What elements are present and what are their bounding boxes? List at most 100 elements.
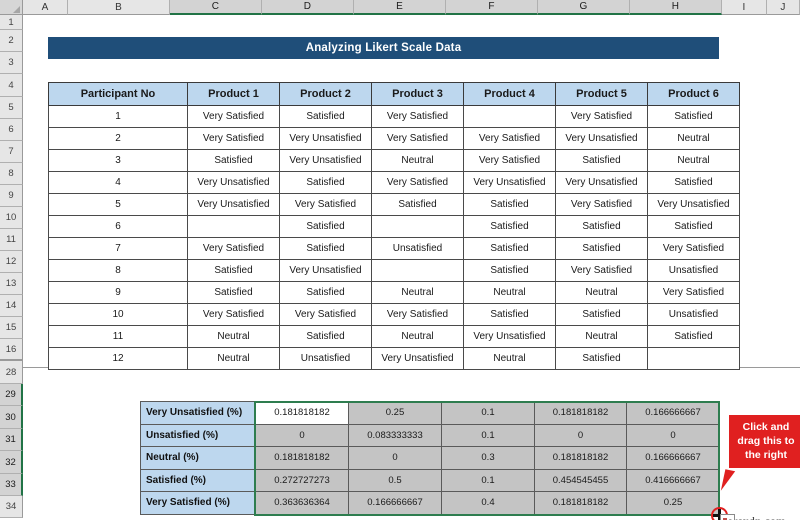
response-cell[interactable]: Very Unsatisfied <box>463 171 556 194</box>
table-row[interactable]: Very Unsatisfied (%) 0.181818182 0.25 0.1 0.… <box>140 401 720 425</box>
row-header-5[interactable]: 5 <box>0 97 23 119</box>
row-header-15[interactable]: 15 <box>0 317 23 339</box>
participant-no-cell[interactable]: 5 <box>48 193 188 216</box>
response-cell[interactable]: Satisfied <box>463 237 556 260</box>
participant-no-cell[interactable]: 2 <box>48 127 188 150</box>
summary-value-cell[interactable]: 0 <box>348 446 442 470</box>
response-cell[interactable]: Satisfied <box>555 237 648 260</box>
column-header-b[interactable]: B <box>68 0 170 15</box>
response-cell[interactable]: Satisfied <box>279 281 372 304</box>
response-cell[interactable]: Very Satisfied <box>463 127 556 150</box>
participant-no-cell[interactable]: 8 <box>48 259 188 282</box>
table-row[interactable]: 6 Satisfied Satisfied Satisfied Satisfied <box>48 215 740 238</box>
summary-value-cell[interactable]: 0.181818182 <box>534 491 627 515</box>
response-cell[interactable]: Neutral <box>555 325 648 348</box>
row-header-32[interactable]: 32 <box>0 451 23 474</box>
row-header-8[interactable]: 8 <box>0 163 23 185</box>
summary-value-cell[interactable]: 0 <box>255 423 349 447</box>
response-cell[interactable]: Unsatisfied <box>647 303 740 326</box>
participant-no-cell[interactable]: 4 <box>48 171 188 194</box>
response-cell[interactable]: Neutral <box>371 281 464 304</box>
row-header-4[interactable]: 4 <box>0 74 23 97</box>
participant-no-cell[interactable]: 7 <box>48 237 188 260</box>
response-cell[interactable]: Very Satisfied <box>187 303 280 326</box>
response-cell[interactable]: Neutral <box>187 325 280 348</box>
table-row[interactable]: 12 Neutral Unsatisfied Very Unsatisfied Neut… <box>48 347 740 370</box>
row-header-28[interactable]: 28 <box>0 361 23 384</box>
response-cell[interactable]: Satisfied <box>463 215 556 238</box>
row-header-16[interactable]: 16 <box>0 339 23 361</box>
row-header-6[interactable]: 6 <box>0 119 23 141</box>
row-header-29[interactable]: 29 <box>0 384 23 406</box>
response-cell[interactable]: Very Satisfied <box>371 171 464 194</box>
summary-value-cell[interactable]: 0.181818182 <box>534 446 627 470</box>
table-row[interactable]: 11 Neutral Satisfied Neutral Very Unsatisfie… <box>48 325 740 348</box>
response-cell[interactable]: Neutral <box>187 347 280 370</box>
table-row[interactable]: 10 Very Satisfied Very Satisfied Very Satis… <box>48 303 740 326</box>
response-cell[interactable]: Satisfied <box>647 171 740 194</box>
summary-value-cell[interactable]: 0.363636364 <box>255 491 349 515</box>
response-cell[interactable]: Satisfied <box>187 259 280 282</box>
row-header-12[interactable]: 12 <box>0 251 23 273</box>
response-cell[interactable] <box>647 347 740 370</box>
response-cell[interactable]: Satisfied <box>555 303 648 326</box>
summary-value-cell[interactable]: 0.083333333 <box>348 423 442 447</box>
table-row[interactable]: 2 Very Satisfied Very Unsatisfied Very Sati… <box>48 127 740 150</box>
row-header-7[interactable]: 7 <box>0 141 23 163</box>
response-cell[interactable]: Satisfied <box>463 303 556 326</box>
table-row[interactable]: 5 Very Unsatisfied Very Satisfied Satisfied… <box>48 193 740 216</box>
summary-value-cell[interactable]: 0.181818182 <box>255 401 349 425</box>
table-row[interactable]: 8 Satisfied Very Unsatisfied Satisfied Very … <box>48 259 740 282</box>
column-header-c[interactable]: C <box>170 0 262 15</box>
response-cell[interactable]: Very Satisfied <box>371 127 464 150</box>
response-cell[interactable] <box>463 105 556 128</box>
response-cell[interactable]: Satisfied <box>279 237 372 260</box>
row-header-10[interactable]: 10 <box>0 207 23 229</box>
column-header-j[interactable]: J <box>767 0 800 15</box>
summary-value-cell[interactable]: 0.25 <box>626 491 720 515</box>
column-header-e[interactable]: E <box>354 0 446 15</box>
response-cell[interactable] <box>371 215 464 238</box>
response-cell[interactable]: Satisfied <box>463 259 556 282</box>
summary-value-cell[interactable]: 0.166666667 <box>348 491 442 515</box>
response-cell[interactable]: Very Unsatisfied <box>647 193 740 216</box>
summary-value-cell[interactable]: 0.1 <box>441 468 535 492</box>
response-cell[interactable]: Satisfied <box>555 347 648 370</box>
column-header-d[interactable]: D <box>262 0 354 15</box>
likert-data-table[interactable]: Participant No Product 1 Product 2 Produ… <box>48 82 740 370</box>
response-cell[interactable]: Unsatisfied <box>371 237 464 260</box>
column-header-i[interactable]: I <box>722 0 767 15</box>
row-header-13[interactable]: 13 <box>0 273 23 295</box>
summary-value-cell[interactable]: 0.454545455 <box>534 468 627 492</box>
response-cell[interactable]: Satisfied <box>187 149 280 172</box>
summary-value-cell[interactable]: 0.181818182 <box>534 401 627 425</box>
summary-value-cell[interactable]: 0.25 <box>348 401 442 425</box>
grid-body[interactable]: Analyzing Likert Scale Data Participant … <box>23 15 800 520</box>
summary-value-cell[interactable]: 0.4 <box>441 491 535 515</box>
response-cell[interactable]: Very Unsatisfied <box>279 149 372 172</box>
summary-value-cell[interactable]: 0.5 <box>348 468 442 492</box>
summary-value-cell[interactable]: 0.272727273 <box>255 468 349 492</box>
response-cell[interactable]: Satisfied <box>647 215 740 238</box>
summary-value-cell[interactable]: 0.3 <box>441 446 535 470</box>
response-cell[interactable]: Neutral <box>371 325 464 348</box>
response-cell[interactable]: Very Unsatisfied <box>187 171 280 194</box>
row-header-9[interactable]: 9 <box>0 185 23 207</box>
column-header-a[interactable]: A <box>23 0 68 15</box>
column-header-g[interactable]: G <box>538 0 630 15</box>
response-cell[interactable]: Very Satisfied <box>555 193 648 216</box>
participant-no-cell[interactable]: 6 <box>48 215 188 238</box>
response-cell[interactable]: Satisfied <box>555 215 648 238</box>
participant-no-cell[interactable]: 1 <box>48 105 188 128</box>
table-row[interactable]: Unsatisfied (%)00.0833333330.1000.181818… <box>140 423 720 447</box>
table-row[interactable]: Satisfied (%) 0.272727273 0.5 0.1 0.45454545… <box>140 468 720 492</box>
response-cell[interactable]: Very Satisfied <box>647 237 740 260</box>
response-cell[interactable]: Neutral <box>555 281 648 304</box>
response-cell[interactable]: Very Satisfied <box>187 127 280 150</box>
table-row[interactable]: 1 Very Satisfied Satisfied Very Satisfied Ve… <box>48 105 740 128</box>
row-header-33[interactable]: 33 <box>0 474 23 496</box>
table-row[interactable]: 7 Very Satisfied Satisfied Unsatisfied Satis… <box>48 237 740 260</box>
table-row[interactable]: Neutral (%) 0.181818182 0 0.3 0.181818182 0.1… <box>140 446 720 470</box>
response-cell[interactable]: Satisfied <box>187 281 280 304</box>
response-cell[interactable]: Very Satisfied <box>187 237 280 260</box>
